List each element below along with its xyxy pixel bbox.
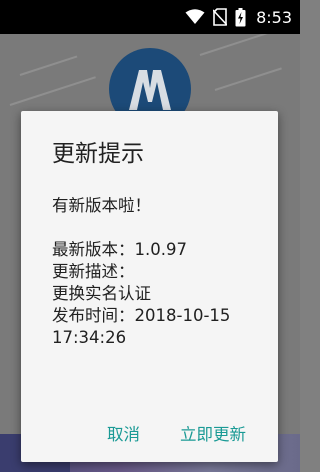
dialog-actions: 取消 立即更新 <box>21 417 278 453</box>
decorative-line <box>19 55 78 76</box>
decorative-line <box>199 34 277 56</box>
battery-charging-icon <box>235 7 246 27</box>
status-icons: 8:53 <box>185 0 292 34</box>
dialog-message: 有新版本啦！ 最新版本：1.0.97 更新描述： 更换实名认证 发布时间：201… <box>52 195 267 349</box>
new-version-text: 有新版本啦！ <box>52 196 151 215</box>
no-sim-icon <box>213 8 228 26</box>
release-time-value: 17:34:26 <box>52 328 127 347</box>
latest-version-text: 最新版本：1.0.97 <box>52 240 187 259</box>
update-dialog: 更新提示 有新版本啦！ 最新版本：1.0.97 更新描述： 更换实名认证 发布时… <box>21 111 278 462</box>
cancel-button[interactable]: 取消 <box>101 417 146 453</box>
update-now-button[interactable]: 立即更新 <box>174 417 252 453</box>
release-time-text: 发布时间：2018-10-15 <box>52 306 231 325</box>
dialog-title: 更新提示 <box>52 141 144 167</box>
status-time: 8:53 <box>256 7 292 27</box>
update-description-text: 更换实名认证 <box>52 284 151 303</box>
status-bar: 8:53 <box>0 0 300 34</box>
wifi-icon <box>185 9 205 25</box>
decorative-line <box>214 67 282 91</box>
decorative-line <box>9 76 96 106</box>
update-description-label: 更新描述： <box>52 262 135 281</box>
